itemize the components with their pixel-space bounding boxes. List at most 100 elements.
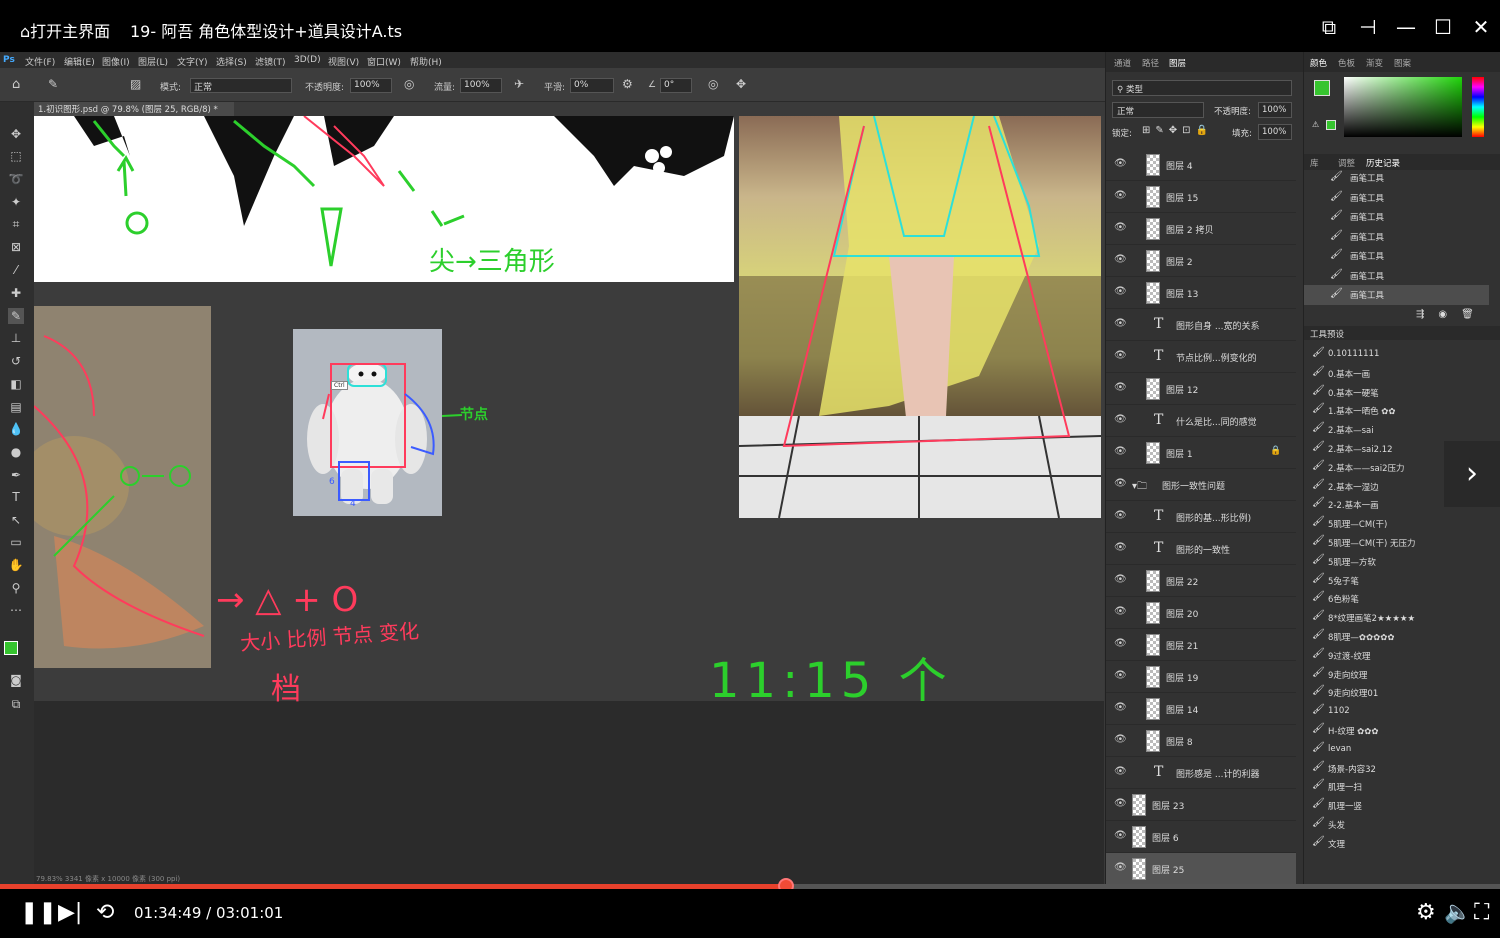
layer-row[interactable]: 👁 T 什么是比...同的感觉 [1106,405,1296,437]
visibility-eye-icon[interactable]: 👁 [1114,286,1127,297]
visibility-eye-icon[interactable]: 👁 [1114,830,1127,841]
tool-preset-item[interactable]: 🖌 文理 [1304,834,1489,853]
visibility-eye-icon[interactable]: 👁 [1114,478,1127,489]
tab-layers[interactable]: 图层 [1169,57,1186,69]
pressure-opacity-icon[interactable]: ◎ [404,77,414,91]
next-track-icon[interactable]: ▶| [58,899,82,927]
tool-preset-item[interactable]: 🖌 H-纹理 ✿✿✿ [1304,721,1489,740]
layer-row[interactable]: 👁 图层 21 [1106,629,1296,661]
layer-row[interactable]: 👁 图层 20 [1106,597,1296,629]
visibility-eye-icon[interactable]: 👁 [1114,446,1127,457]
tool-preset-item[interactable]: 🖌 0.10111111 [1304,345,1489,364]
airbrush-icon[interactable]: ✈ [514,77,524,91]
layer-row[interactable]: 👁 图层 15 [1106,181,1296,213]
visibility-eye-icon[interactable]: 👁 [1114,734,1127,745]
pressure-size-icon[interactable]: ◎ [708,77,718,91]
brush-icon[interactable]: ✎ [48,77,58,91]
visibility-eye-icon[interactable]: 👁 [1114,798,1127,809]
tool-preset-item[interactable]: 🖌 5肌理—CM(干) 无压力 [1304,533,1489,552]
tool-preset-item[interactable]: 🖌 肌理一竖 [1304,796,1489,815]
healing-brush-icon[interactable]: ✚ [8,285,24,301]
symmetry-icon[interactable]: ✥ [736,77,746,91]
tool-preset-item[interactable]: 🖌 8肌理—✿✿✿✿✿ [1304,627,1489,646]
tool-preset-item[interactable]: 🖌 2.基本—sai [1304,420,1489,439]
layer-row[interactable]: 👁 T 图形感是 ...计的利器 [1106,757,1296,789]
menu-view[interactable]: 视图(V) [328,55,359,68]
layer-row[interactable]: 👁 图层 23 [1106,789,1296,821]
tool-preset-item[interactable]: 🖌 场景-内容32 [1304,759,1489,778]
tool-preset-item[interactable]: 🖌 5肌理—方软 [1304,552,1489,571]
menu-image[interactable]: 图像(I) [102,55,130,68]
dodge-icon[interactable]: ● [8,444,24,460]
visibility-eye-icon[interactable]: 👁 [1114,766,1127,777]
layer-row[interactable]: 👁 T 图形自身 ...宽的关系 [1106,309,1296,341]
fullscreen-icon[interactable]: ⛶ [1474,899,1489,927]
history-state[interactable]: 🖌 画笔工具 [1304,168,1489,188]
layer-row[interactable]: 👁 图层 25 [1106,853,1296,885]
open-home-button[interactable]: ⌂打开主界面 [20,18,110,42]
next-chevron-icon[interactable]: › [1444,441,1500,507]
eraser-icon[interactable]: ◧ [8,376,24,392]
history-state[interactable]: 🖌 画笔工具 [1304,266,1489,286]
tool-preset-item[interactable]: 🖌 9走向纹理 [1304,665,1489,684]
visibility-eye-icon[interactable]: 👁 [1114,350,1127,361]
menu-select[interactable]: 选择(S) [216,55,247,68]
folder-icon[interactable]: ▾🗀 [1132,479,1147,496]
menu-3d[interactable]: 3D(D) [294,55,321,65]
marquee-tool-icon[interactable]: ⬚ [8,148,24,164]
loop-icon[interactable]: ⟲ [96,899,114,927]
layer-row[interactable]: 👁 图层 12 [1106,373,1296,405]
visibility-eye-icon[interactable]: 👁 [1114,318,1127,329]
tool-preset-item[interactable]: 🖌 levan [1304,740,1489,759]
history-action-icons[interactable]: ⇶◉🗑 [1416,309,1488,320]
layer-row[interactable]: 👁 图层 1 🔒 [1106,437,1296,469]
gear-icon[interactable]: ⚙ [622,77,633,91]
tab-color[interactable]: 颜色 [1310,57,1327,69]
layer-row[interactable]: 👁 ▾🗀 图形一致性问题 [1106,469,1296,501]
menu-file[interactable]: 文件(F) [25,55,55,68]
visibility-eye-icon[interactable]: 👁 [1114,190,1127,201]
color-field[interactable] [1344,77,1462,137]
hand-tool-icon[interactable]: ✋ [8,557,24,573]
eyedropper-icon[interactable]: ⁄ [8,262,24,278]
visibility-eye-icon[interactable]: 👁 [1114,382,1127,393]
settings-gear-icon[interactable]: ⚙ [1416,899,1436,927]
smooth-field[interactable]: 0% [570,78,614,93]
brush-panel-icon[interactable]: ▨ [130,77,141,91]
mini-mode-icon[interactable]: ⧉ [1316,14,1342,40]
blur-icon[interactable]: 💧 [8,421,24,437]
stamp-tool-icon[interactable]: ⊥ [8,330,24,346]
tool-preset-item[interactable]: 🖌 9走向纹理01 [1304,683,1489,702]
tool-preset-item[interactable]: 🖌 0.基本一画 [1304,364,1489,383]
menu-filter[interactable]: 滤镜(T) [255,55,286,68]
hue-slider[interactable] [1472,77,1484,137]
visibility-eye-icon[interactable]: 👁 [1114,862,1127,873]
magic-wand-icon[interactable]: ✦ [8,194,24,210]
visibility-eye-icon[interactable]: 👁 [1114,638,1127,649]
visibility-eye-icon[interactable]: 👁 [1114,542,1127,553]
document-tab[interactable]: 1.初识图形.psd @ 79.8% (图层 25, RGB/8) * [34,102,234,116]
layer-row[interactable]: 👁 图层 6 [1106,821,1296,853]
more-tools-icon[interactable]: ⋯ [8,602,24,618]
visibility-eye-icon[interactable]: 👁 [1114,702,1127,713]
pause-icon[interactable]: ❚❚ [20,899,57,927]
close-icon[interactable]: ✕ [1468,14,1494,40]
color-panel-foreground[interactable] [1314,80,1330,96]
layer-row[interactable]: 👁 图层 8 [1106,725,1296,757]
history-state[interactable]: 🖌 画笔工具 [1304,246,1489,266]
visibility-eye-icon[interactable]: 👁 [1114,254,1127,265]
tab-paths[interactable]: 路径 [1142,57,1159,69]
pin-icon[interactable]: ⊣ [1355,14,1381,40]
quick-mask-icon[interactable]: ◙ [8,672,24,688]
type-tool-icon[interactable]: T [8,489,24,505]
visibility-eye-icon[interactable]: 👁 [1114,510,1127,521]
menu-help[interactable]: 帮助(H) [410,55,442,68]
foreground-color-swatch[interactable] [4,641,18,655]
home-icon[interactable]: ⌂ [12,77,20,92]
history-state[interactable]: 🖌 画笔工具 [1304,285,1489,305]
path-select-icon[interactable]: ↖ [8,512,24,528]
layer-row[interactable]: 👁 图层 19 [1106,661,1296,693]
layer-row[interactable]: 👁 图层 4 [1106,149,1296,181]
frame-tool-icon[interactable]: ⊠ [8,239,24,255]
tab-patterns[interactable]: 图案 [1394,57,1411,69]
